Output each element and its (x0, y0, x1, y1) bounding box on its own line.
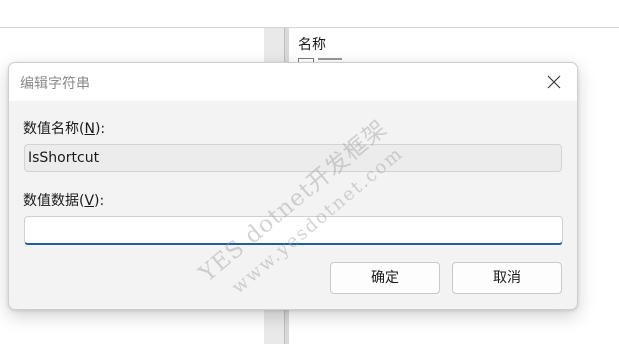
close-icon (547, 75, 561, 89)
regedit-address-bar (0, 0, 619, 28)
name-column-header[interactable]: 名称 (298, 34, 326, 54)
value-data-accesskey: V (84, 193, 95, 209)
ok-button[interactable]: 确定 (330, 262, 440, 294)
close-button[interactable] (531, 63, 577, 101)
value-data-label: 数值数据(V): (23, 193, 105, 209)
dialog-titlebar[interactable]: 编辑字符串 (9, 63, 577, 101)
value-data-input[interactable] (24, 216, 563, 245)
value-name-label: 数值名称(N): (23, 121, 106, 137)
edit-string-dialog: 编辑字符串 数值名称(N): IsShortcut 数值数据(V): 确定 取消 (8, 62, 578, 310)
cancel-button[interactable]: 取消 (452, 262, 562, 294)
value-name-field[interactable]: IsShortcut (24, 144, 562, 172)
dialog-title: 编辑字符串 (20, 76, 90, 92)
value-name-accesskey: N (84, 121, 95, 137)
